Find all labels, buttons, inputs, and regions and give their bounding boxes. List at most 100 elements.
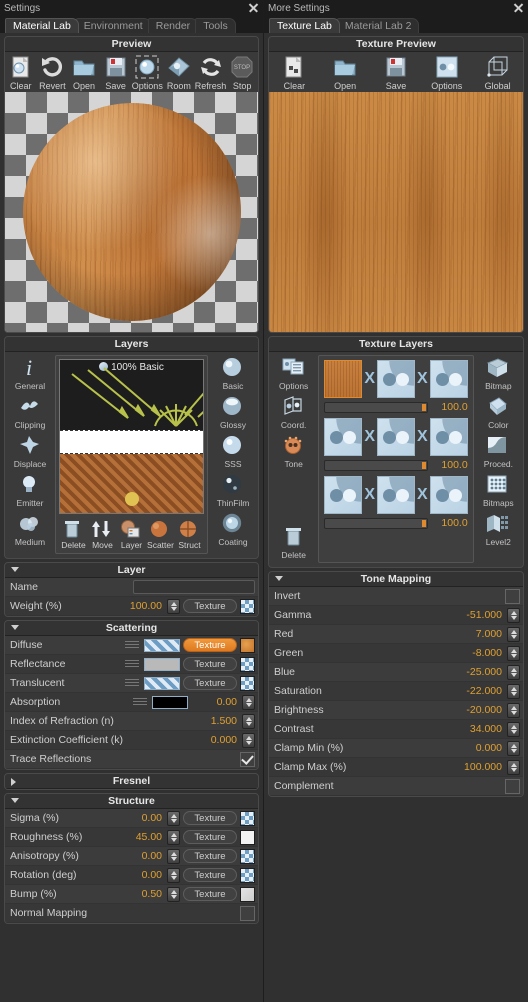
absorption-value[interactable]: 0.00 <box>188 696 240 708</box>
reflectance-texture-thumb[interactable] <box>240 656 255 672</box>
diffuse-texture-button[interactable]: Texture <box>183 638 237 652</box>
rotation-texture-thumb[interactable] <box>240 867 255 883</box>
tab-render[interactable]: Render <box>147 18 199 33</box>
tab-tools[interactable]: Tools <box>195 18 236 33</box>
translucent-color-swatch[interactable] <box>144 676 180 690</box>
absorption-grip-icon[interactable] <box>133 697 147 707</box>
texture-slot-3-2[interactable] <box>377 476 415 514</box>
texture-row-1-track[interactable] <box>324 401 428 413</box>
texture-bitmaps-item[interactable]: Bitmaps <box>483 472 514 508</box>
weight-value[interactable]: 100.00 <box>130 600 165 612</box>
diffuse-texture-thumb[interactable] <box>240 637 255 653</box>
bump-texture-button[interactable]: Texture <box>183 887 237 901</box>
texture-clear-button[interactable]: Clear <box>269 54 320 91</box>
texture-slot-2-2[interactable] <box>377 418 415 456</box>
texture-row-2-track[interactable] <box>324 459 428 471</box>
ior-value[interactable]: 1.500 <box>211 715 240 727</box>
add-layer-button[interactable]: Layer <box>117 518 146 550</box>
texture-slot-2-1[interactable] <box>324 418 363 456</box>
preview-save-button[interactable]: Save <box>100 54 132 91</box>
complement-checkbox[interactable] <box>505 778 520 794</box>
texture-slot-1-1[interactable] <box>324 360 363 398</box>
sigma-value[interactable]: 0.00 <box>142 812 165 824</box>
roughness-value[interactable]: 45.00 <box>136 831 165 843</box>
layer-type-basic[interactable]: Basic <box>220 355 246 391</box>
sigma-stepper[interactable] <box>167 810 180 826</box>
texture-row-3-slider[interactable]: 100.0 <box>324 517 468 529</box>
gamma-value[interactable]: -51.000 <box>466 609 505 621</box>
contrast-stepper[interactable] <box>507 721 520 737</box>
preview-refresh-button[interactable]: Refresh <box>195 54 227 91</box>
reflectance-color-swatch[interactable] <box>144 657 180 671</box>
saturation-stepper[interactable] <box>507 683 520 699</box>
anisotropy-texture-button[interactable]: Texture <box>183 849 237 863</box>
name-input[interactable] <box>133 580 255 594</box>
scatter-button[interactable]: Scatter <box>146 518 175 550</box>
texture-slot-3-3[interactable] <box>429 476 468 514</box>
bump-stepper[interactable] <box>167 886 180 902</box>
clamp-min-value[interactable]: 0.000 <box>476 742 505 754</box>
struct-button[interactable]: Struct <box>175 518 204 550</box>
sigma-texture-thumb[interactable] <box>240 810 255 826</box>
anisotropy-value[interactable]: 0.00 <box>142 850 165 862</box>
contrast-value[interactable]: 34.000 <box>470 723 505 735</box>
normal-mapping-checkbox[interactable] <box>240 905 255 921</box>
extinction-stepper[interactable] <box>242 732 255 748</box>
sidebar-item-general[interactable]: i General <box>15 355 45 391</box>
diffuse-color-swatch[interactable] <box>144 638 180 652</box>
texture-level2-item[interactable]: Level2 <box>485 511 511 547</box>
texture-bitmap-item[interactable]: Bitmap <box>485 355 512 391</box>
blue-stepper[interactable] <box>507 664 520 680</box>
green-stepper[interactable] <box>507 645 520 661</box>
anisotropy-stepper[interactable] <box>167 848 180 864</box>
tab-texture-lab[interactable]: Texture Lab <box>269 18 340 33</box>
texture-row-1-slider[interactable]: 100.0 <box>324 401 468 413</box>
texture-color-item[interactable]: Color <box>485 394 511 430</box>
layer-type-coating[interactable]: Coating <box>218 511 248 547</box>
texture-row-2-knob[interactable] <box>421 461 426 469</box>
collapse-arrow-down-icon[interactable] <box>275 576 283 581</box>
brightness-stepper[interactable] <box>507 702 520 718</box>
saturation-value[interactable]: -22.000 <box>466 685 505 697</box>
tab-environment[interactable]: Environment <box>75 18 151 33</box>
green-value[interactable]: -8.000 <box>472 647 505 659</box>
tab-material-lab-2[interactable]: Material Lab 2 <box>336 18 420 33</box>
texture-slot-3-1[interactable] <box>324 476 363 514</box>
roughness-texture-thumb[interactable] <box>240 829 255 845</box>
texture-procedural-item[interactable]: Proced. <box>484 433 513 469</box>
texture-layer-stack[interactable]: X X 100.0 X X 100.0 X X 100.0 <box>318 355 474 563</box>
texture-options-button[interactable]: Options <box>421 54 472 91</box>
texture-options-item[interactable]: Options <box>279 355 308 391</box>
translucent-texture-thumb[interactable] <box>240 675 255 691</box>
absorption-stepper[interactable] <box>242 694 255 710</box>
rotation-stepper[interactable] <box>167 867 180 883</box>
clamp-max-stepper[interactable] <box>507 759 520 775</box>
texture-row-1-knob[interactable] <box>421 403 426 411</box>
invert-checkbox[interactable] <box>505 588 520 604</box>
diffuse-grip-icon[interactable] <box>125 640 139 650</box>
move-layer-button[interactable]: Move <box>88 518 117 550</box>
anisotropy-texture-thumb[interactable] <box>240 848 255 864</box>
red-stepper[interactable] <box>507 626 520 642</box>
layer-type-sss[interactable]: SSS <box>220 433 246 469</box>
sidebar-item-clipping[interactable]: Clipping <box>15 394 45 430</box>
delete-layer-button[interactable]: Delete <box>59 518 88 550</box>
trace-reflections-checkbox[interactable] <box>240 751 255 767</box>
layer-stack-canvas[interactable]: 100% Basic Delete Move Layer Scatter Str… <box>55 355 208 554</box>
sidebar-item-displace[interactable]: Displace <box>14 433 46 469</box>
texture-row-2-slider[interactable]: 100.0 <box>324 459 468 471</box>
texture-tone-item[interactable]: Tone <box>281 433 307 469</box>
red-value[interactable]: 7.000 <box>476 628 505 640</box>
expand-arrow-right-icon[interactable] <box>11 778 16 786</box>
weight-texture-thumb[interactable] <box>240 598 255 614</box>
sidebar-item-emitter[interactable]: Emitter <box>17 472 43 508</box>
layer-type-glossy[interactable]: Glossy <box>220 394 246 430</box>
preview-open-button[interactable]: Open <box>68 54 100 91</box>
reflectance-grip-icon[interactable] <box>125 659 139 669</box>
sigma-texture-button[interactable]: Texture <box>183 811 237 825</box>
clamp-max-value[interactable]: 100.000 <box>464 761 505 773</box>
blue-value[interactable]: -25.000 <box>466 666 505 678</box>
preview-clear-button[interactable]: Clear <box>5 54 37 91</box>
texture-global-button[interactable]: Global <box>472 54 523 91</box>
brightness-value[interactable]: -20.000 <box>466 704 505 716</box>
